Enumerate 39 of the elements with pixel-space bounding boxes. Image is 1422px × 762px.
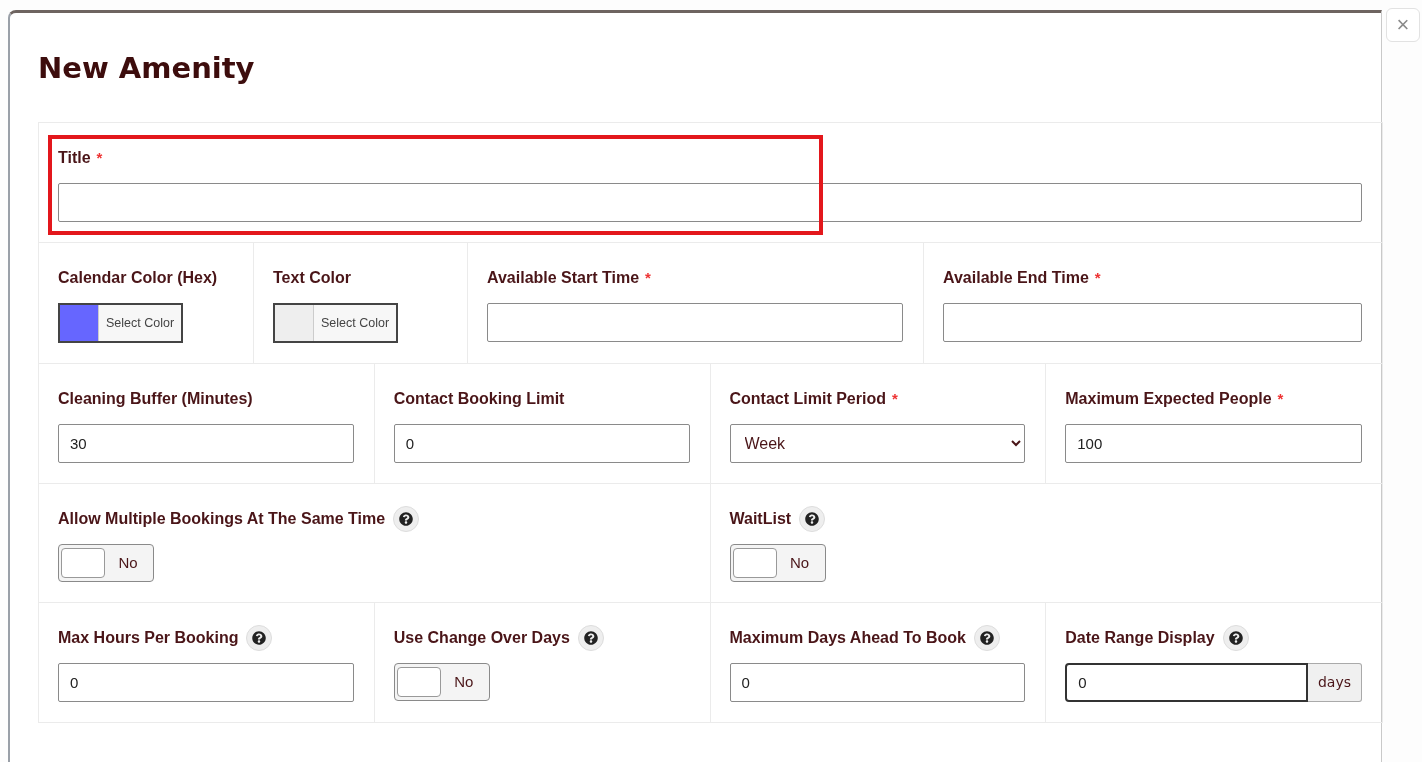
help-icon[interactable] (974, 624, 1000, 651)
text-input[interactable] (487, 302, 903, 342)
field-label: Available End Time * (943, 268, 1101, 287)
field-label: Calendar Color (Hex) (58, 268, 218, 287)
color-picker-button[interactable]: Select Color (273, 302, 399, 343)
field-label: Available Start Time * (487, 268, 651, 287)
help-icon[interactable] (799, 505, 826, 532)
field-label: Date Range Display (1065, 628, 1215, 647)
text-input[interactable]: 30 (58, 423, 354, 463)
field-label: Text Color (273, 268, 351, 287)
help-icon[interactable] (246, 624, 273, 651)
field-label: Cleaning Buffer (Minutes) (58, 389, 253, 408)
text-input[interactable] (943, 302, 1362, 342)
field-label: Allow Multiple Bookings At The Same Time (58, 509, 386, 528)
field-label: Max Hours Per Booking (58, 628, 239, 647)
field-label: Use Change Over Days (393, 628, 570, 647)
field-label: Maximum Days Ahead To Book (729, 628, 966, 647)
text-input[interactable] (58, 182, 1362, 222)
field-label: Title * (58, 148, 103, 167)
field-label: Contact Limit Period * (729, 389, 898, 408)
toggle-switch[interactable]: No (729, 543, 826, 582)
text-input[interactable]: 0 (58, 662, 354, 702)
unit-addon: days (1307, 662, 1362, 702)
field-label: WaitList (729, 509, 792, 528)
dialog-title: New Amenity (38, 50, 256, 87)
text-input[interactable]: 0 (393, 423, 690, 463)
number-input[interactable]: 0 (1065, 662, 1308, 702)
close-button[interactable]: × (1386, 8, 1420, 42)
field-label: Maximum Expected People * (1065, 389, 1284, 408)
toggle-switch[interactable]: No (58, 543, 154, 582)
help-icon[interactable] (393, 505, 420, 532)
help-icon[interactable] (577, 624, 604, 651)
color-picker-button[interactable]: Select Color (58, 302, 184, 343)
dropdown-select[interactable]: Week (729, 423, 1026, 463)
field-label: Contact Booking Limit (393, 389, 565, 408)
toggle-switch[interactable]: No (393, 662, 490, 701)
help-icon[interactable] (1222, 624, 1249, 651)
text-input[interactable]: 100 (1065, 423, 1362, 463)
text-input[interactable]: 0 (729, 662, 1026, 702)
